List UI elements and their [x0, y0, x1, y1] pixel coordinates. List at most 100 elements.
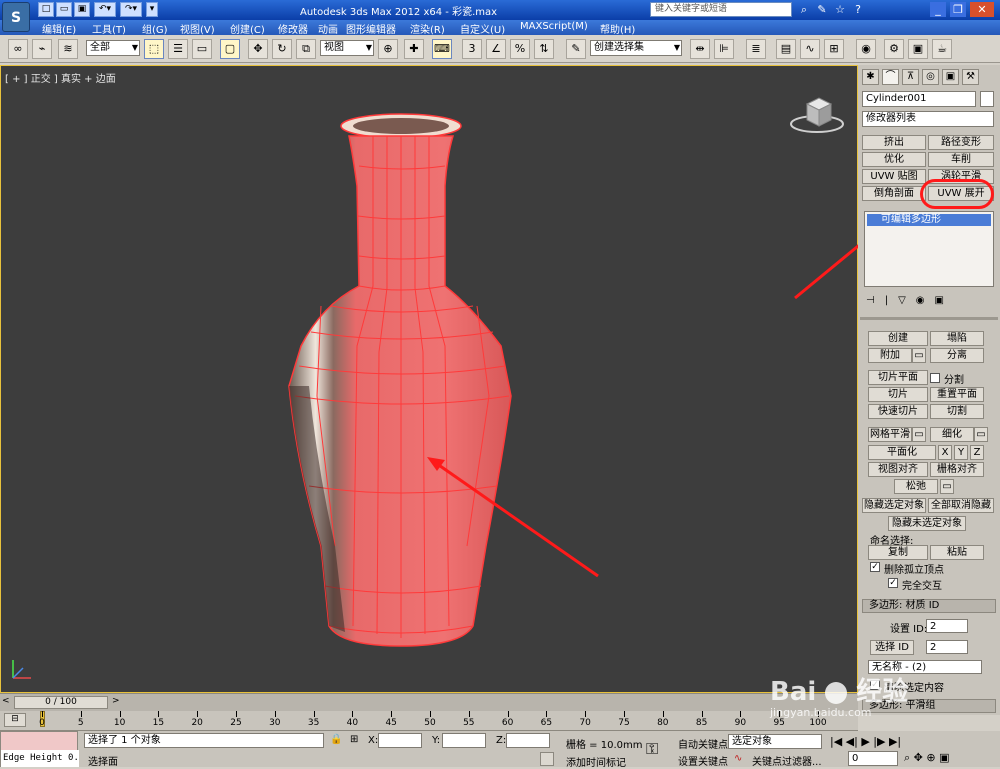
redo-icon[interactable]: ↷▾	[120, 2, 142, 17]
key-filters-button[interactable]: 关键点过滤器...	[752, 753, 822, 768]
select-object-icon[interactable]: ⬚	[144, 39, 164, 59]
slice-plane-button[interactable]: 切片平面	[868, 370, 928, 385]
axis-z-button[interactable]: Z	[970, 445, 984, 460]
attach-button[interactable]: 附加	[868, 348, 912, 363]
menu-maxscript[interactable]: MAXScript(M)	[520, 21, 588, 32]
time-tag-icon[interactable]	[540, 752, 554, 766]
render-production-icon[interactable]: ☕	[932, 39, 952, 59]
modifier-stack[interactable]: 可编辑多边形	[864, 211, 994, 287]
attach-settings-icon[interactable]: ▭	[912, 348, 926, 363]
rectangle-region-icon[interactable]: ▭	[192, 39, 212, 59]
create-tab-icon[interactable]: ✱	[862, 69, 879, 85]
menu-tools[interactable]: 工具(T)	[92, 21, 126, 36]
binoculars-icon[interactable]: ⌕	[796, 2, 812, 17]
angle-snap-icon[interactable]: ∠	[486, 39, 506, 59]
full-interactivity-checkbox[interactable]: ✓	[888, 578, 898, 588]
time-next-icon[interactable]: >	[112, 696, 120, 706]
unlink-icon[interactable]: ⌁	[32, 39, 52, 59]
x-coord-field[interactable]	[378, 733, 422, 748]
make-planar-button[interactable]: 平面化	[868, 445, 936, 460]
hierarchy-tab-icon[interactable]: ⊼	[902, 69, 919, 85]
keyboard-shortcut-icon[interactable]: ⌨	[432, 39, 452, 59]
new-file-icon[interactable]: □	[38, 2, 54, 17]
maxscript-field[interactable]: Edge Height 0.0	[1, 750, 79, 767]
paste-button[interactable]: 粘贴	[930, 545, 984, 560]
hide-unselected-button[interactable]: 隐藏未选定对象	[888, 516, 966, 531]
selection-filter-dropdown[interactable]: 全部	[86, 40, 140, 56]
close-icon[interactable]: ✕	[970, 2, 994, 17]
material-name-dropdown[interactable]: 无名称 - (2)	[868, 660, 982, 674]
modifier-bevel-profile-button[interactable]: 倒角剖面	[862, 186, 926, 201]
cut-button[interactable]: 切割	[930, 404, 984, 419]
z-coord-field[interactable]	[506, 733, 550, 748]
tools-icon[interactable]: ✎	[814, 2, 830, 17]
stack-item-editable-poly[interactable]: 可编辑多边形	[867, 214, 991, 226]
copy-button[interactable]: 复制	[868, 545, 928, 560]
select-manipulate-icon[interactable]: ✚	[404, 39, 424, 59]
maximize-icon[interactable]: ❐	[950, 2, 966, 17]
time-prev-icon[interactable]: <	[2, 696, 10, 706]
menu-graph-editors[interactable]: 图形编辑器	[346, 21, 396, 36]
search-input[interactable]: 键入关键字或短语	[650, 2, 792, 17]
collapse-button[interactable]: 塌陷	[930, 331, 984, 346]
axis-x-button[interactable]: X	[938, 445, 952, 460]
axis-y-button[interactable]: Y	[954, 445, 968, 460]
rendered-frame-icon[interactable]: ▣	[908, 39, 928, 59]
save-icon[interactable]: ▣	[74, 2, 90, 17]
schematic-view-icon[interactable]: ⊞	[824, 39, 844, 59]
tessellate-settings-icon[interactable]: ▭	[974, 427, 988, 442]
curve-editor-icon[interactable]: ∿	[800, 39, 820, 59]
auto-key-button[interactable]: 自动关键点	[678, 736, 728, 751]
unhide-all-button[interactable]: 全部取消隐藏	[928, 498, 994, 513]
open-file-icon[interactable]: ▭	[56, 2, 72, 17]
msmooth-settings-icon[interactable]: ▭	[912, 427, 926, 442]
align-icon[interactable]: ⊫	[714, 39, 734, 59]
display-tab-icon[interactable]: ▣	[942, 69, 959, 85]
link-icon[interactable]: ∞	[8, 39, 28, 59]
info-icon[interactable]: ?	[850, 2, 866, 17]
playback-controls-icon[interactable]: |◀ ◀| ▶ |▶ ▶|	[830, 735, 901, 748]
relax-button[interactable]: 松弛	[894, 479, 938, 494]
time-slider[interactable]: 0 / 100	[14, 696, 108, 709]
motion-tab-icon[interactable]: ◎	[922, 69, 939, 85]
grid-align-button[interactable]: 栅格对齐	[930, 462, 984, 477]
pivot-center-icon[interactable]: ⊕	[378, 39, 398, 59]
select-id-button[interactable]: 选择 ID	[870, 640, 914, 655]
dropdown-icon[interactable]: ▾	[146, 2, 158, 17]
lock-icon[interactable]: 🔒	[330, 734, 342, 745]
quick-slice-button[interactable]: 快速切片	[868, 404, 928, 419]
object-name-field[interactable]: Cylinder001	[862, 91, 976, 107]
named-selection-dropdown[interactable]: 创建选择集	[590, 40, 682, 56]
snaps-toggle-icon[interactable]: 3	[462, 39, 482, 59]
rotate-icon[interactable]: ↻	[272, 39, 292, 59]
stack-tools-icons[interactable]: ⊣|▽◉▣	[866, 295, 994, 307]
spinner-snap-icon[interactable]: ⇅	[534, 39, 554, 59]
render-setup-icon[interactable]: ⚙	[884, 39, 904, 59]
menu-group[interactable]: 组(G)	[142, 21, 168, 36]
y-coord-field[interactable]	[442, 733, 486, 748]
current-frame-field[interactable]: 0	[848, 751, 898, 766]
viewport-nav-icons[interactable]: ⌕ ✥ ⊕ ▣	[904, 751, 949, 765]
bind-space-warp-icon[interactable]: ≋	[58, 39, 78, 59]
create-button[interactable]: 创建	[868, 331, 928, 346]
hide-selected-button[interactable]: 隐藏选定对象	[862, 498, 926, 513]
menu-animation[interactable]: 动画	[318, 21, 338, 36]
material-id-rollout-header[interactable]: 多边形: 材质 ID	[862, 599, 996, 613]
graphite-tools-icon[interactable]: ▤	[776, 39, 796, 59]
layer-manager-icon[interactable]: ≣	[746, 39, 766, 59]
key-icon[interactable]: ⚿	[646, 739, 658, 759]
mirror-icon[interactable]: ⇹	[690, 39, 710, 59]
absolute-mode-icon[interactable]: ⊞	[350, 734, 358, 745]
viewport-perspective[interactable]: [ + ] 正交 ] 真实 + 边面	[0, 65, 859, 693]
select-id-field[interactable]: 2	[926, 640, 968, 654]
slice-button[interactable]: 切片	[868, 387, 928, 402]
selected-dropdown[interactable]: 选定对象	[728, 734, 822, 749]
modifier-optimize-button[interactable]: 优化	[862, 152, 926, 167]
utilities-tab-icon[interactable]: ⚒	[962, 69, 979, 85]
undo-icon[interactable]: ↶▾	[94, 2, 116, 17]
mini-curve-icon[interactable]: ⊟	[4, 713, 26, 727]
move-icon[interactable]: ✥	[248, 39, 268, 59]
menu-help[interactable]: 帮助(H)	[600, 21, 635, 36]
window-crossing-icon[interactable]: ▢	[220, 39, 240, 59]
menu-edit[interactable]: 编辑(E)	[42, 21, 76, 36]
